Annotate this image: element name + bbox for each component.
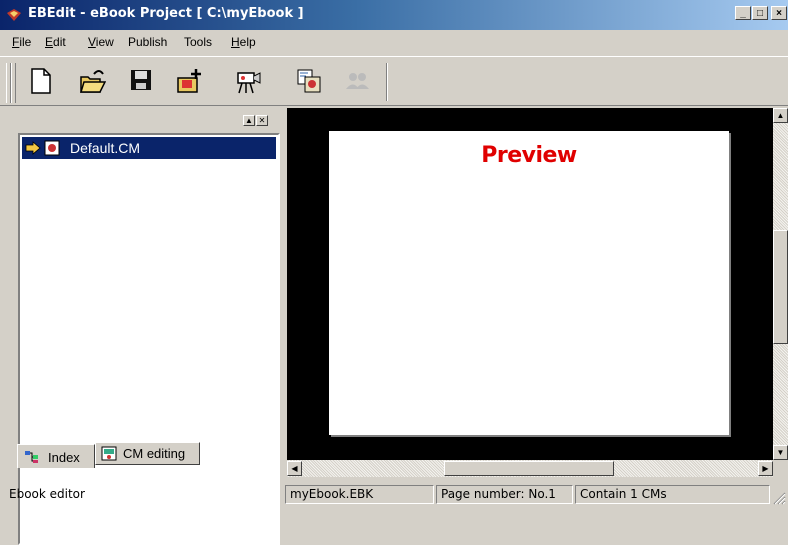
toolbar [0, 56, 788, 106]
scroll-corner [773, 460, 788, 477]
users-button[interactable] [338, 61, 376, 99]
menu-edit[interactable]: Edit [45, 35, 66, 49]
maximize-button[interactable]: □ [752, 6, 768, 20]
app-icon [7, 9, 21, 21]
menu-bar: File Edit View Publish Tools Help [0, 31, 788, 53]
index-icon [25, 451, 38, 463]
tree-item[interactable]: Default.CM [22, 137, 276, 159]
menu-tools[interactable]: Tools [184, 35, 212, 49]
publish-icon [297, 69, 321, 93]
minimize-button[interactable]: _ [735, 6, 751, 20]
panel-maximize-button[interactable]: ▲ [243, 115, 255, 126]
status-file: myEbook.EBK [285, 485, 434, 504]
preview-area: Preview [287, 108, 773, 460]
add-page-button[interactable] [170, 61, 208, 99]
new-icon [31, 68, 51, 94]
tab-cm-editing[interactable]: CM editing [95, 442, 200, 465]
add-page-icon [177, 69, 201, 93]
horizontal-scrollbar[interactable]: ◀ ▶ [287, 460, 773, 477]
open-button[interactable] [73, 61, 111, 99]
panel-close-button[interactable]: ✕ [256, 115, 268, 126]
title-bar: EBEdit - eBook Project [ C:\myEbook ] _ … [0, 0, 788, 30]
publish-button[interactable] [289, 61, 327, 99]
menu-publish[interactable]: Publish [128, 35, 167, 49]
toolbar-grip[interactable] [11, 63, 16, 103]
window-title: EBEdit - eBook Project [ C:\myEbook ] [28, 6, 304, 21]
vertical-scroll-thumb[interactable] [773, 230, 788, 344]
cm-editing-icon [101, 446, 117, 461]
new-button[interactable] [22, 61, 60, 99]
cm-icon [44, 140, 60, 156]
status-message: Ebook editor [9, 487, 85, 501]
status-bar: Ebook editor myEbook.EBK Page number: No… [0, 483, 788, 507]
status-count: Contain 1 CMs [575, 485, 770, 504]
preview-page[interactable]: Preview [329, 131, 729, 435]
save-icon [131, 70, 151, 90]
save-button[interactable] [122, 61, 160, 99]
preview-camera-icon [237, 72, 261, 94]
close-button[interactable]: × [771, 6, 787, 20]
horizontal-scroll-thumb[interactable] [444, 461, 614, 476]
scroll-down-button[interactable]: ▼ [773, 445, 788, 460]
arrow-icon [25, 141, 41, 155]
menu-view[interactable]: View [88, 35, 114, 49]
index-panel: ▲ ✕ Default.CM [7, 111, 280, 545]
vertical-scrollbar[interactable]: ▲ ▼ [773, 108, 788, 460]
users-icon [346, 73, 369, 89]
tab-cm-editing-label: CM editing [123, 446, 186, 461]
open-icon [80, 70, 106, 93]
toolbar-separator [386, 63, 388, 101]
menu-file[interactable]: File [12, 35, 31, 49]
preview-camera-button[interactable] [228, 61, 266, 99]
tree-item-label: Default.CM [70, 140, 141, 156]
scroll-up-button[interactable]: ▲ [773, 108, 788, 123]
scroll-right-button[interactable]: ▶ [758, 461, 773, 476]
tab-index-label: Index [48, 450, 80, 465]
menu-help[interactable]: Help [231, 35, 256, 49]
scroll-left-button[interactable]: ◀ [287, 461, 302, 476]
tab-index[interactable]: Index [17, 444, 95, 468]
status-page: Page number: No.1 [436, 485, 573, 504]
resize-grip-icon[interactable] [772, 491, 786, 505]
preview-title: Preview [481, 143, 577, 168]
